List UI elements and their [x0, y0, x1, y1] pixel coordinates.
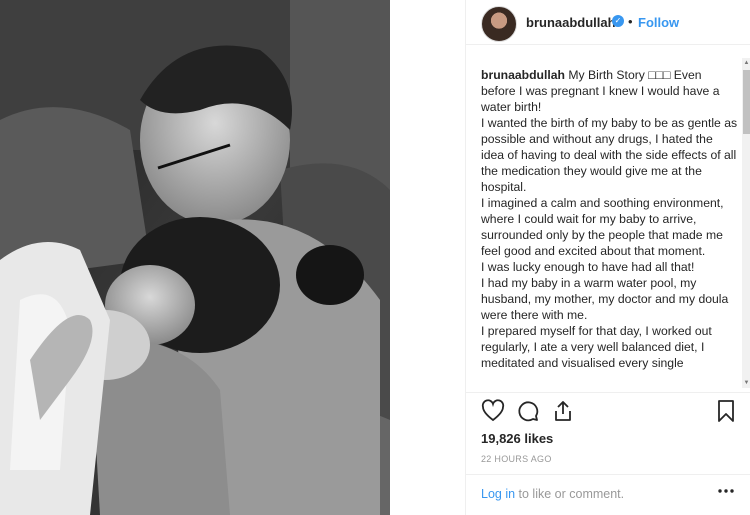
scrollbar-thumb[interactable]: [743, 70, 750, 134]
caption-text-5: I prepared myself for that day, I worked…: [481, 324, 712, 370]
caption-line-0: brunaabdullah My Birth Story □□□ Even be…: [481, 67, 739, 115]
caption-username[interactable]: brunaabdullah: [481, 68, 565, 82]
likes-count[interactable]: 19,826 likes: [481, 431, 553, 446]
heart-icon[interactable]: [481, 399, 505, 423]
comment-icon[interactable]: [516, 399, 540, 423]
actions-divider: [466, 392, 750, 393]
post-photo[interactable]: [0, 0, 390, 515]
scroll-down-arrow-icon[interactable]: ▼: [742, 378, 750, 388]
comment-prompt-text: to like or comment.: [515, 487, 625, 501]
avatar[interactable]: [481, 6, 517, 42]
caption-text-4: I had my baby in a warm water pool, my h…: [481, 276, 729, 322]
caption-scrollbar[interactable]: ▲ ▼: [742, 58, 750, 388]
caption: brunaabdullah My Birth Story □□□ Even be…: [481, 67, 739, 387]
verified-badge-icon: ✓: [612, 15, 624, 27]
header-username[interactable]: brunaabdullah: [526, 15, 616, 30]
share-icon[interactable]: [551, 399, 575, 423]
action-bar: [481, 399, 736, 425]
caption-text-1: I wanted the birth of my baby to be as g…: [481, 116, 738, 194]
comment-divider: [466, 474, 750, 475]
login-link[interactable]: Log in: [481, 487, 515, 501]
caption-text-3: I was lucky enough to have had all that!: [481, 260, 695, 274]
post-photo-graphic: [0, 0, 390, 515]
post-header: brunaabdullah ✓ • Follow: [466, 0, 750, 45]
caption-text-2: I imagined a calm and soothing environme…: [481, 196, 724, 258]
follow-button[interactable]: Follow: [638, 15, 679, 30]
comment-prompt: Log in to like or comment.: [481, 487, 624, 501]
header-separator: •: [628, 14, 633, 29]
bookmark-icon[interactable]: [714, 399, 738, 423]
scroll-up-arrow-icon[interactable]: ▲: [742, 58, 750, 68]
more-options-icon[interactable]: [717, 483, 735, 499]
post-side-panel: brunaabdullah ✓ • Follow brunaabdullah M…: [465, 0, 750, 515]
post-timestamp[interactable]: 22 HOURS AGO: [481, 454, 552, 464]
